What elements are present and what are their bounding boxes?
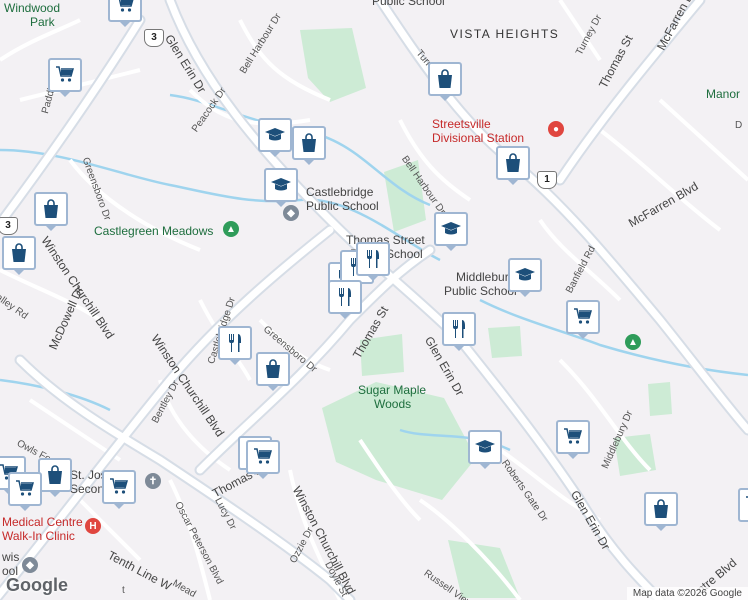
shopping-bag-icon: [654, 499, 668, 518]
place-label-public-school-top: Public School: [372, 0, 445, 8]
place-label-streetsville-1: Streetsville: [432, 117, 491, 131]
map-marker-shopping-bag[interactable]: [256, 352, 290, 391]
shopping-bag-icon: [302, 133, 316, 152]
map-marker-shopping-bag[interactable]: [38, 458, 72, 497]
police-pin-icon[interactable]: ●: [548, 121, 564, 137]
shopping-cart-icon: [16, 480, 34, 496]
park-pin-icon[interactable]: ▲: [223, 221, 239, 237]
shopping-bag-icon: [12, 243, 26, 262]
school-icon: [271, 178, 291, 191]
map-marker-shopping-bag[interactable]: [292, 126, 326, 165]
map-marker-restaurant[interactable]: [442, 312, 476, 351]
map-marker-shopping-bag[interactable]: [496, 146, 530, 185]
park-pin-icon-2[interactable]: ▲: [625, 334, 641, 350]
map-marker-shopping-bag[interactable]: [428, 62, 462, 101]
route-shield-3: 3: [144, 29, 164, 47]
route-shield-1: 1: [537, 171, 557, 189]
place-label-lewis-1: wis: [2, 550, 20, 564]
school-pin-icon[interactable]: ◆: [283, 205, 299, 221]
park-label-manor: Manor: [706, 87, 741, 101]
map-marker-school[interactable]: [434, 212, 468, 251]
map-base-layer: [0, 0, 748, 600]
fork-knife-icon: [229, 334, 241, 352]
park-label-windwood-1: Windwood: [4, 1, 61, 15]
neighborhood-label-vista-heights: VISTA HEIGHTS: [450, 27, 560, 41]
shopping-cart-icon: [56, 66, 74, 82]
shopping-bag-icon: [44, 199, 58, 218]
fork-knife-icon: [339, 288, 351, 306]
route-shield-3-left: 3: [0, 217, 18, 235]
fork-knife-icon: [367, 250, 379, 268]
place-label-streetsville-2: Divisional Station: [432, 131, 525, 145]
map-marker-restaurant[interactable]: [328, 280, 362, 319]
map-attribution: Map data ©2026 Google: [626, 587, 748, 600]
shopping-bag-icon: [506, 153, 520, 172]
google-logo: Google: [6, 575, 68, 595]
shopping-cart-icon: [118, 0, 134, 12]
church-pin-icon[interactable]: ✝: [145, 473, 161, 489]
map-marker-school[interactable]: [468, 430, 502, 469]
map-marker-shopping-cart[interactable]: [566, 300, 600, 339]
map-marker-school[interactable]: [264, 168, 298, 207]
shopping-bag-icon: [48, 465, 62, 484]
place-label-middlebury-2: Public School: [444, 284, 517, 298]
map-marker-shopping-cart[interactable]: [108, 0, 142, 27]
school-icon: [515, 268, 535, 281]
map-marker-school[interactable]: [258, 118, 292, 157]
school-pin-icon-2[interactable]: ◆: [22, 557, 38, 573]
shopping-bag-icon: [438, 69, 452, 88]
map-canvas[interactable]: VISTA HEIGHTS Windwood Park Castlegreen …: [0, 0, 748, 600]
school-icon: [441, 222, 461, 235]
map-marker-shopping-cart[interactable]: [102, 470, 136, 509]
shopping-cart-icon: [254, 448, 272, 464]
park-label-castlegreen-meadows: Castlegreen Meadows: [94, 224, 214, 238]
map-marker-shopping-bag[interactable]: [2, 236, 36, 275]
shopping-cart-icon: [110, 478, 128, 494]
school-icon: [265, 128, 285, 141]
park-label-windwood-2: Park: [30, 15, 55, 29]
place-label-castlebridge-2: Public School: [306, 199, 379, 213]
shopping-cart-icon: [564, 428, 582, 444]
park-label-sugar-maple-2: Woods: [374, 397, 412, 411]
map-marker-restaurant[interactable]: [218, 326, 252, 365]
map-marker-shopping-cart[interactable]: [246, 440, 280, 479]
shopping-cart-icon: [574, 308, 592, 324]
map-marker-school[interactable]: [508, 258, 542, 297]
map-marker-shopping-cart[interactable]: [556, 420, 590, 459]
street-label-tenth-line-fragment: t: [122, 585, 125, 596]
map-marker-shopping-bag[interactable]: [34, 192, 68, 231]
hospital-pin-icon[interactable]: H: [85, 518, 101, 534]
shopping-bag-icon: [266, 359, 280, 378]
street-label-manor-fragment: D: [735, 120, 743, 131]
place-label-medical-2: Walk-In Clinic: [2, 529, 75, 543]
map-marker-restaurant[interactable]: [356, 242, 390, 281]
place-label-middlebury-1: Middlebury: [456, 270, 515, 284]
school-icon: [475, 440, 495, 453]
map-marker-shopping-cart[interactable]: [48, 58, 82, 97]
shopping-cart-icon: [746, 496, 748, 498]
map-marker-shopping-bag[interactable]: [644, 492, 678, 531]
fork-knife-icon: [453, 320, 465, 338]
place-label-medical-1: Medical Centre: [2, 515, 83, 529]
map-marker-shopping-cart[interactable]: [8, 472, 42, 511]
park-label-sugar-maple-1: Sugar Maple: [358, 383, 427, 397]
place-label-castlebridge-1: Castlebridge: [306, 185, 374, 199]
map-marker-shopping-cart[interactable]: [738, 488, 748, 522]
